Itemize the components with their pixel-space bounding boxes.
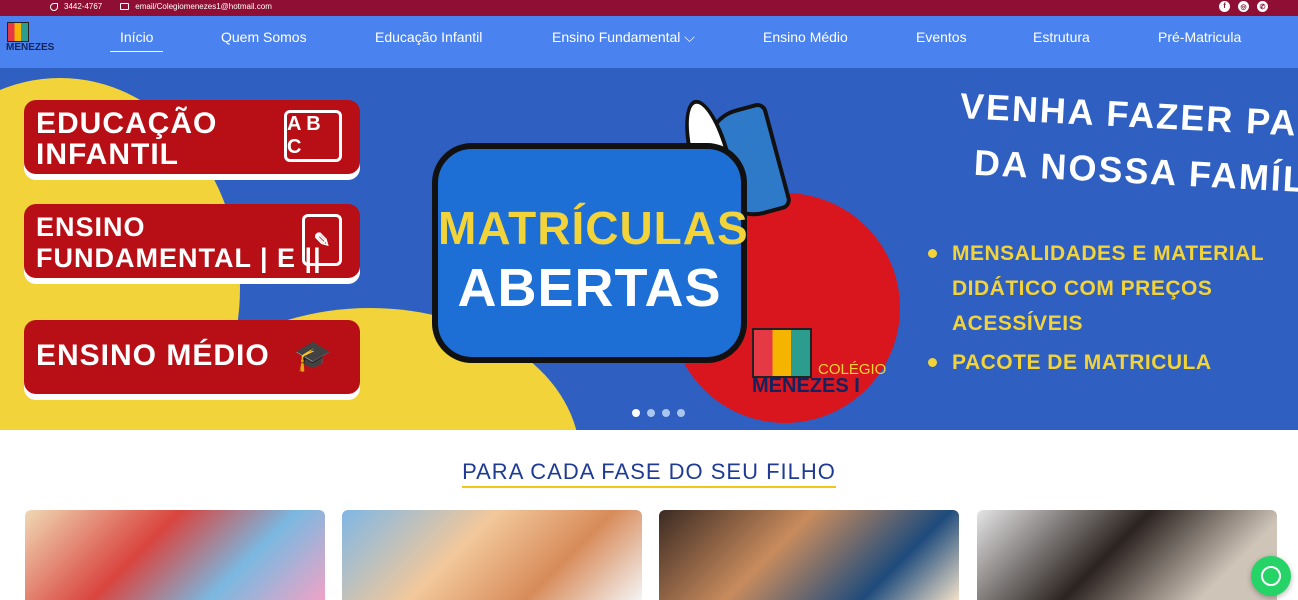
- whatsapp-icon[interactable]: ✆: [1257, 1, 1268, 12]
- top-contact-bar: 3442-4767 email/Colegiomenezes1@hotmail.…: [0, 0, 1298, 16]
- instagram-icon[interactable]: ◎: [1238, 1, 1249, 12]
- nav-item-pre-matricula[interactable]: Pré-Matricula: [1158, 29, 1241, 45]
- pencil-cup-icon: ✎: [302, 214, 342, 266]
- email-address: email/Colegiomenezes1@hotmail.com: [135, 2, 272, 11]
- logo-cube-icon: [7, 22, 29, 42]
- logo-cube-icon: [752, 328, 812, 378]
- phone-number: 3442-4767: [64, 2, 103, 11]
- phone-contact[interactable]: 3442-4767: [50, 2, 102, 11]
- carousel-indicators: [632, 409, 685, 417]
- main-navigation: MENEZES Início Quem Somos Educação Infan…: [0, 16, 1298, 68]
- pill-label: ENSINO FUNDAMENTAL | E ||: [36, 212, 322, 273]
- pill-label: ENSINO MÉDIO: [36, 339, 270, 372]
- pill-label: EDUCAÇÃO INFANTIL: [36, 107, 218, 171]
- nav-item-ensino-medio[interactable]: Ensino Médio: [763, 29, 848, 45]
- whatsapp-float-button[interactable]: [1251, 556, 1291, 596]
- benefit-item-cont: ACESSÍVEIS: [952, 312, 1084, 335]
- graduation-cap-icon: 🎓: [294, 339, 332, 373]
- bubble-line-2: ABERTAS: [457, 258, 722, 318]
- bubble-line-1: MATRÍCULAS: [438, 202, 749, 254]
- phone-icon: [50, 2, 58, 11]
- stage-card-fundamental-2[interactable]: [659, 510, 959, 600]
- section-title-text: PARA CADA FASE DO SEU FILHO: [462, 459, 836, 488]
- nav-item-inicio[interactable]: Início: [110, 29, 164, 52]
- stage-card-ensino-medio[interactable]: [977, 510, 1277, 600]
- logo-name: MENEZES I: [752, 375, 860, 397]
- stage-card-educacao-infantil[interactable]: [25, 510, 325, 600]
- social-links: f ◎ ✆: [1219, 1, 1268, 12]
- facebook-icon[interactable]: f: [1219, 1, 1230, 12]
- speech-bubble: MATRÍCULAS ABERTAS: [432, 143, 749, 363]
- nav-item-estrutura[interactable]: Estrutura: [1033, 29, 1090, 45]
- pill-ensino-medio: ENSINO MÉDIO 🎓: [24, 320, 360, 394]
- nav-item-quem-somos[interactable]: Quem Somos: [221, 29, 307, 45]
- nav-item-educacao-infantil[interactable]: Educação Infantil: [375, 29, 482, 45]
- carousel-dot[interactable]: [662, 409, 670, 417]
- carousel-dot[interactable]: [632, 409, 640, 417]
- email-contact[interactable]: email/Colegiomenezes1@hotmail.com: [120, 2, 272, 11]
- hero-banner[interactable]: EDUCAÇÃO INFANTIL A B C ENSINO FUNDAMENT…: [0, 68, 1298, 430]
- stage-card-fundamental-1[interactable]: [342, 510, 642, 600]
- email-icon: [120, 3, 130, 10]
- benefit-item-cont: DIDÁTICO COM PREÇOS: [952, 277, 1213, 300]
- hero-headline: VENHA FAZER PARTE DA NOSSA FAMÍLIA..: [959, 78, 1298, 203]
- abc-blocks-icon: A B C: [284, 110, 342, 162]
- carousel-dot[interactable]: [677, 409, 685, 417]
- nav-item-ensino-fundamental[interactable]: Ensino Fundamental ⌵: [552, 29, 695, 46]
- nav-item-eventos[interactable]: Eventos: [916, 29, 967, 45]
- logo-name: MENEZES: [6, 42, 55, 53]
- benefit-item: MENSALIDADES E MATERIAL: [928, 236, 1264, 271]
- contact-info: 3442-4767 email/Colegiomenezes1@hotmail.…: [50, 2, 272, 11]
- section-title: PARA CADA FASE DO SEU FILHO: [0, 459, 1298, 488]
- pill-educacao-infantil: EDUCAÇÃO INFANTIL A B C: [24, 100, 360, 174]
- hero-benefits-list: MENSALIDADES E MATERIAL DIDÁTICO COM PRE…: [928, 236, 1264, 380]
- site-logo[interactable]: MENEZES: [4, 20, 60, 60]
- pill-ensino-fundamental: ENSINO FUNDAMENTAL | E || ✎: [24, 204, 360, 278]
- whatsapp-icon: [1261, 566, 1281, 586]
- carousel-dot[interactable]: [647, 409, 655, 417]
- benefit-item: PACOTE DE MATRICULA: [928, 345, 1264, 380]
